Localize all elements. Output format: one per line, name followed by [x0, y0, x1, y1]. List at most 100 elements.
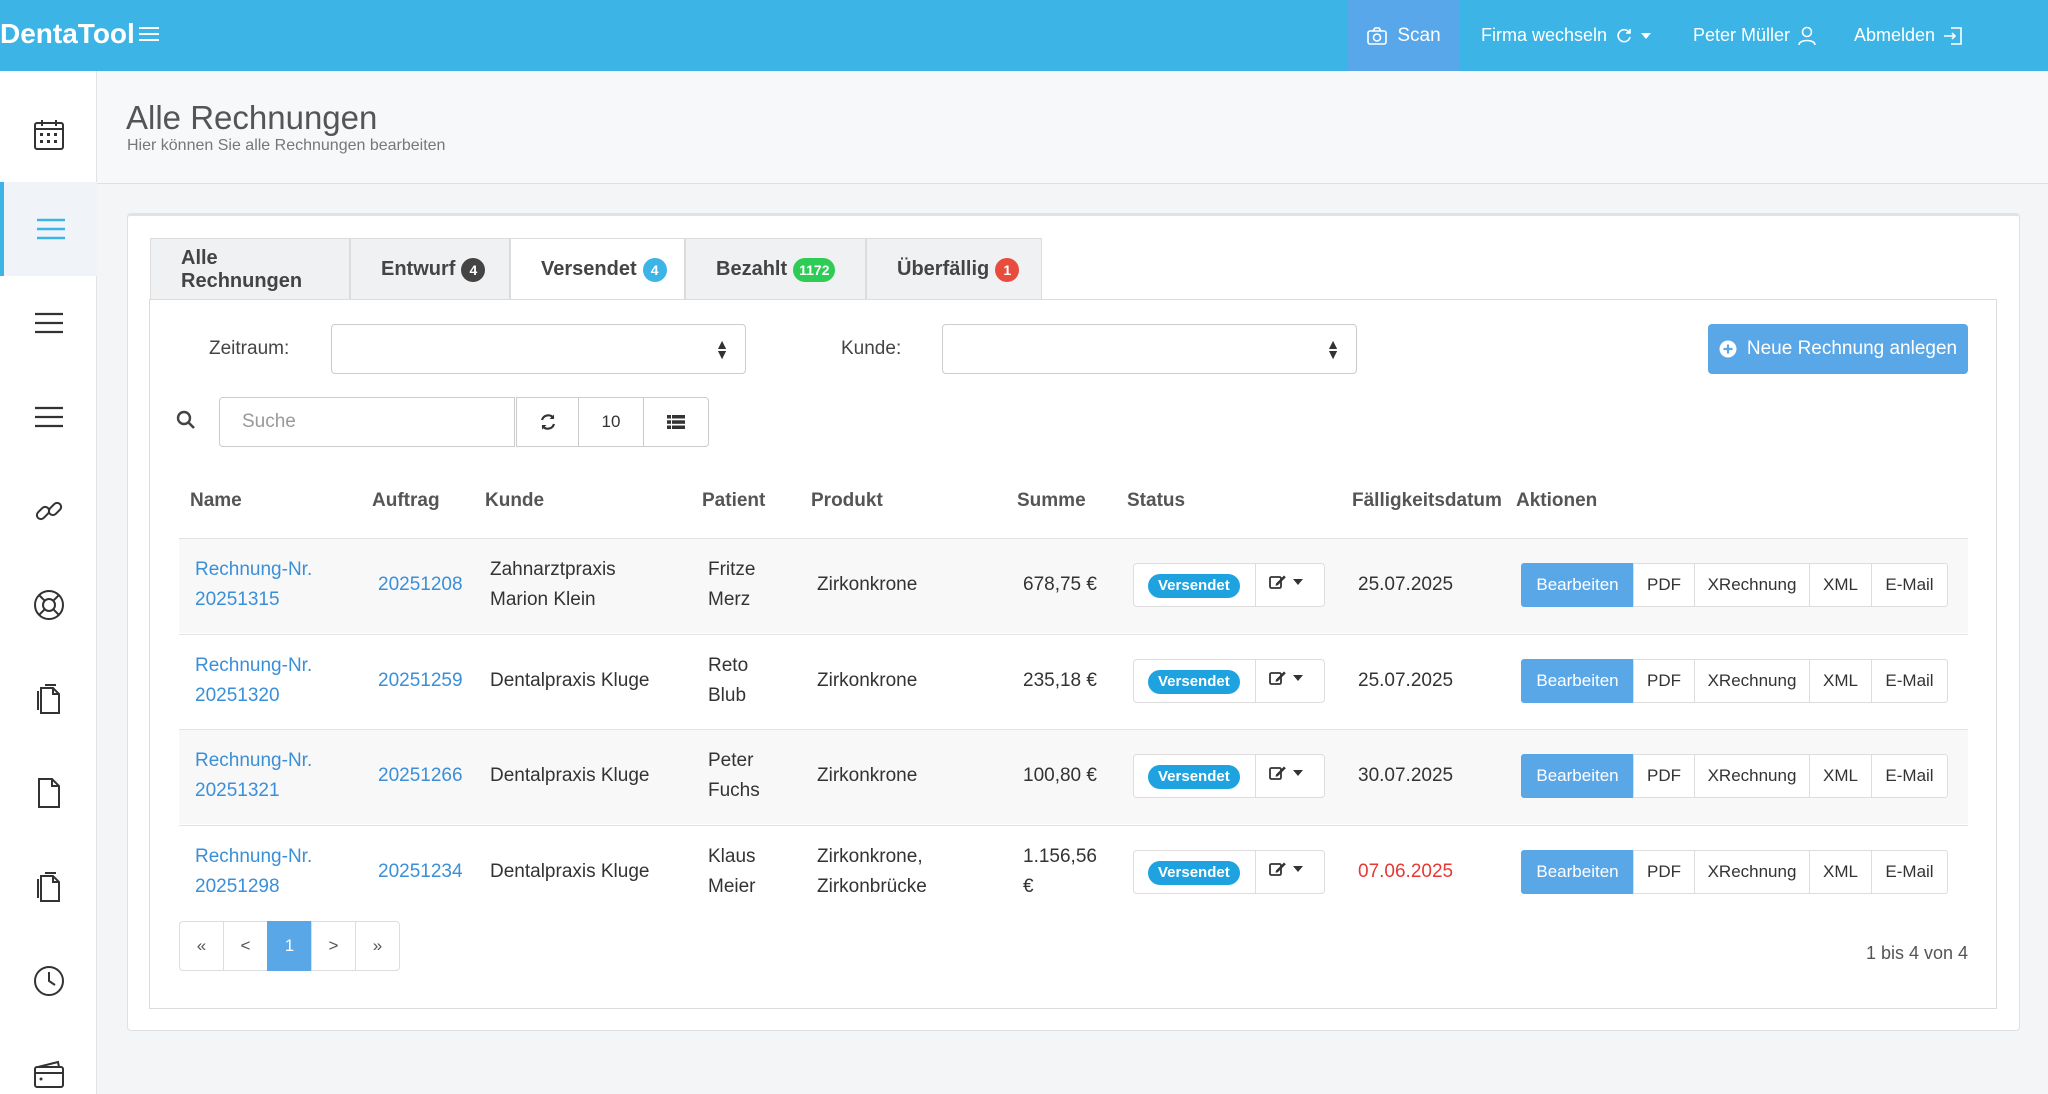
invoice-name-link[interactable]: Rechnung-Nr. 20251298 [195, 842, 312, 902]
pagination-first[interactable]: « [179, 921, 224, 971]
page-size-button[interactable]: 10 [578, 397, 644, 447]
order-link-line[interactable]: 20251259 [378, 666, 463, 696]
order-link[interactable]: 20251208 [378, 570, 463, 600]
column-header-patient[interactable]: Patient [702, 490, 765, 512]
invoice-name-link-line[interactable]: Rechnung-Nr. [195, 746, 312, 776]
pagination-prev[interactable]: < [223, 921, 268, 971]
menu-toggle-icon[interactable] [138, 27, 159, 41]
pagination-page-1[interactable]: 1 [267, 921, 312, 971]
sidebar-item-calendar[interactable] [0, 88, 97, 182]
top-navbar: DentaTool Scan Firma wechseln Peter Müll… [0, 0, 2048, 71]
customer-select[interactable]: ▲ ▼ [942, 324, 1357, 374]
due-date-cell: 25.07.2025 [1358, 570, 1453, 600]
order-link-line[interactable]: 20251234 [378, 857, 463, 887]
row-actions: Bearbeiten PDF XRechnung XML E-Mail [1521, 563, 1948, 607]
invoice-name-link-line[interactable]: Rechnung-Nr. [195, 842, 312, 872]
scan-button[interactable]: Scan [1348, 0, 1460, 71]
pdf-button[interactable]: PDF [1633, 754, 1695, 798]
status-edit-dropdown[interactable] [1269, 861, 1303, 877]
pdf-button[interactable]: PDF [1633, 850, 1695, 894]
column-header-name[interactable]: Name [190, 490, 242, 512]
email-button[interactable]: E-Mail [1871, 659, 1948, 703]
tab-all-invoices[interactable]: Alle Rechnungen [150, 238, 350, 300]
column-header-due-date[interactable]: Fälligkeitsdatum [1352, 490, 1502, 512]
search-input[interactable]: Suche [219, 397, 515, 447]
invoice-name-link-line[interactable]: 20251298 [195, 872, 312, 902]
logout-label: Abmelden [1854, 25, 1936, 45]
xml-button[interactable]: XML [1809, 563, 1872, 607]
refresh-button[interactable] [516, 397, 579, 447]
patient-cell-line: Peter [708, 750, 754, 771]
invoice-name-link[interactable]: Rechnung-Nr. 20251320 [195, 651, 312, 711]
invoice-name-link-line[interactable]: 20251315 [195, 585, 312, 615]
tab-paid[interactable]: Bezahlt 1172 [685, 238, 866, 300]
xml-button[interactable]: XML [1809, 850, 1872, 894]
tab-draft[interactable]: Entwurf 4 [350, 238, 510, 300]
invoice-name-link-line[interactable]: Rechnung-Nr. [195, 555, 312, 585]
email-button[interactable]: E-Mail [1871, 754, 1948, 798]
logout-link[interactable]: Abmelden [1854, 0, 1963, 71]
column-header-customer[interactable]: Kunde [485, 490, 544, 512]
new-invoice-button[interactable]: Neue Rechnung anlegen [1708, 324, 1968, 374]
user-profile-link[interactable]: Peter Müller [1693, 0, 1816, 71]
switch-company-dropdown[interactable]: Firma wechseln [1481, 0, 1652, 71]
invoice-name-link-line[interactable]: 20251320 [195, 681, 312, 711]
column-header-order[interactable]: Auftrag [372, 490, 440, 512]
status-badge: Versendet [1148, 670, 1240, 694]
order-link-line[interactable]: 20251208 [378, 570, 463, 600]
sidebar-item-links[interactable] [0, 464, 97, 558]
sidebar-item-wallet[interactable] [0, 1028, 97, 1094]
due-date-cell: 25.07.2025 [1358, 666, 1453, 696]
xml-button[interactable]: XML [1809, 659, 1872, 703]
list-icon [36, 218, 65, 240]
sidebar-item-documents[interactable] [0, 652, 97, 746]
sidebar-item-support[interactable] [0, 558, 97, 652]
pdf-button[interactable]: PDF [1633, 563, 1695, 607]
status-edit-dropdown[interactable] [1269, 765, 1303, 781]
sidebar-item-documents-2[interactable] [0, 840, 97, 934]
patient-cell-line: Fuchs [708, 780, 760, 801]
brand-logo[interactable]: DentaTool [0, 14, 159, 54]
xrechnung-button[interactable]: XRechnung [1694, 563, 1810, 607]
order-link-line[interactable]: 20251266 [378, 761, 463, 791]
order-link[interactable]: 20251234 [378, 857, 463, 887]
chevron-down-icon [1293, 866, 1303, 872]
email-button[interactable]: E-Mail [1871, 563, 1948, 607]
edit-button[interactable]: Bearbeiten [1521, 563, 1634, 607]
xrechnung-button[interactable]: XRechnung [1694, 754, 1810, 798]
divider [1255, 564, 1256, 606]
sidebar-item-list-3[interactable] [0, 370, 97, 464]
invoice-name-link[interactable]: Rechnung-Nr. 20251321 [195, 746, 312, 806]
order-link[interactable]: 20251266 [378, 761, 463, 791]
tab-overdue[interactable]: Überfällig 1 [866, 238, 1042, 300]
edit-button[interactable]: Bearbeiten [1521, 850, 1634, 894]
tab-sent[interactable]: Versendet 4 [510, 238, 685, 300]
period-select[interactable]: ▲ ▼ [331, 324, 746, 374]
pdf-button[interactable]: PDF [1633, 659, 1695, 703]
search-icon [176, 410, 195, 429]
order-link[interactable]: 20251259 [378, 666, 463, 696]
status-edit-dropdown[interactable] [1269, 574, 1303, 590]
sidebar-item-list-2[interactable] [0, 276, 97, 370]
invoice-name-link-line[interactable]: Rechnung-Nr. [195, 651, 312, 681]
edit-button[interactable]: Bearbeiten [1521, 659, 1634, 703]
column-header-status[interactable]: Status [1127, 490, 1185, 512]
column-header-sum[interactable]: Summe [1017, 490, 1086, 512]
xrechnung-button[interactable]: XRechnung [1694, 850, 1810, 894]
invoice-name-link[interactable]: Rechnung-Nr. 20251315 [195, 555, 312, 615]
email-button[interactable]: E-Mail [1871, 850, 1948, 894]
invoice-name-link-line[interactable]: 20251321 [195, 776, 312, 806]
sidebar-item-history[interactable] [0, 934, 97, 1028]
xrechnung-button[interactable]: XRechnung [1694, 659, 1810, 703]
xml-button[interactable]: XML [1809, 754, 1872, 798]
pagination-next[interactable]: > [311, 921, 356, 971]
sidebar-item-invoices[interactable] [0, 182, 97, 276]
column-header-product[interactable]: Produkt [811, 490, 883, 512]
product-cell: Zirkonkrone [817, 570, 917, 600]
status-control: Versendet [1133, 563, 1325, 607]
pagination-last[interactable]: » [355, 921, 400, 971]
edit-button[interactable]: Bearbeiten [1521, 754, 1634, 798]
column-toggle-button[interactable] [643, 397, 709, 447]
sidebar-item-document[interactable] [0, 746, 97, 840]
status-edit-dropdown[interactable] [1269, 670, 1303, 686]
